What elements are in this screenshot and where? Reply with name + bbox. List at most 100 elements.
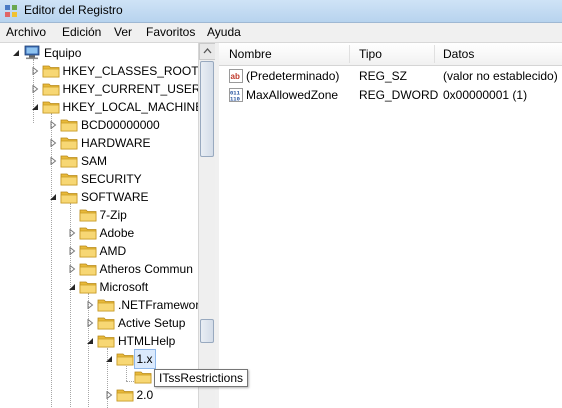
tree-item-label: Active Setup — [118, 316, 186, 330]
tree-item[interactable]: HKEY_CURRENT_USER — [31, 80, 199, 98]
tree-item[interactable]: HKEY_CLASSES_ROOT — [31, 62, 198, 80]
tree-item-label: 1.x — [133, 349, 156, 369]
tree-item[interactable]: Microsoft — [68, 278, 199, 296]
tree-item-label: .NETFramewor — [118, 298, 199, 312]
collapsed-triangle-icon[interactable] — [68, 229, 76, 237]
tree-item-label: Equipo — [44, 46, 82, 60]
tree-item[interactable]: Active Setup — [86, 314, 198, 332]
tree-item[interactable]: HKEY_LOCAL_MACHINE — [31, 98, 199, 116]
list-row[interactable]: ab (Predeterminado) REG_SZ (valor no est… — [219, 67, 562, 86]
tree-item[interactable]: AMD — [68, 242, 199, 260]
folder-icon — [79, 225, 97, 240]
collapsed-triangle-icon[interactable] — [31, 85, 39, 93]
tree-item-label: HKEY_LOCAL_MACHINE — [62, 100, 199, 114]
folder-icon — [79, 261, 97, 276]
tree-item-label: Atheros Commun — [99, 262, 193, 276]
chevron-up-icon — [203, 48, 212, 54]
tree-item[interactable]: SAM — [49, 152, 198, 170]
collapsed-triangle-icon[interactable] — [31, 67, 39, 75]
value-type: REG_SZ — [359, 69, 408, 83]
folder-icon — [42, 99, 60, 114]
column-nombre[interactable]: Nombre — [229, 47, 272, 61]
binary-value-icon: 011 110 — [229, 88, 243, 102]
tree-item[interactable]: BCD00000000 — [49, 116, 198, 134]
folder-icon — [97, 297, 115, 312]
expanded-triangle-icon[interactable] — [68, 283, 76, 291]
column-tipo[interactable]: Tipo — [359, 47, 382, 61]
menu-edicion[interactable]: Edición — [62, 25, 101, 39]
folder-icon — [134, 369, 152, 384]
tree-item-label: HKEY_CURRENT_USER — [62, 82, 199, 96]
svg-text:110: 110 — [230, 96, 240, 103]
folder-icon — [60, 135, 78, 150]
registry-tree[interactable]: Equipo HKEY_CLASSES_ROOT HKEY_CURRENT_USER… — [0, 43, 199, 408]
menu-ayuda[interactable]: Ayuda — [207, 25, 241, 39]
tree-item-label: 7-Zip — [99, 208, 127, 222]
folder-icon — [42, 81, 60, 96]
registry-editor-icon — [5, 5, 17, 17]
value-data: (valor no establecido) — [443, 69, 558, 83]
folder-icon — [60, 189, 78, 204]
tree-item[interactable]: .NETFramewor — [86, 296, 199, 314]
tree-item-label: HTMLHelp — [118, 334, 176, 348]
collapsed-triangle-icon[interactable] — [68, 247, 76, 255]
value-name: MaxAllowedZone — [246, 88, 339, 102]
tooltip: ITssRestrictions — [154, 369, 249, 387]
tree-item[interactable]: Atheros Commun — [68, 260, 199, 278]
tree-item-label: SAM — [81, 154, 108, 168]
values-list[interactable]: Nombre Tipo Datos ab (Predeterminado) RE… — [219, 43, 562, 408]
tree-item[interactable]: Adobe — [68, 224, 199, 242]
expanded-triangle-icon[interactable] — [12, 49, 20, 57]
collapsed-triangle-icon[interactable] — [86, 319, 94, 327]
collapsed-triangle-icon[interactable] — [49, 139, 57, 147]
list-header: Nombre Tipo Datos — [219, 43, 562, 66]
value-type: REG_DWORD — [359, 88, 439, 102]
tree-item-label: Adobe — [99, 226, 135, 240]
folder-icon — [97, 333, 115, 348]
tree-item[interactable]: 7-Zip — [68, 206, 199, 224]
folder-icon — [116, 351, 134, 366]
expanded-triangle-icon[interactable] — [49, 193, 57, 201]
tree-item[interactable]: 1.x — [105, 349, 199, 369]
collapsed-triangle-icon[interactable] — [68, 265, 76, 273]
tree-item[interactable]: SOFTWARE — [49, 188, 198, 206]
tree-item[interactable]: 2.0 — [105, 386, 199, 404]
tree-item-label: 2.0 — [136, 388, 154, 402]
folder-icon — [97, 315, 115, 330]
tree-item[interactable]: HARDWARE — [49, 134, 198, 152]
column-datos[interactable]: Datos — [443, 47, 474, 61]
tree-item[interactable]: SECURITY — [49, 170, 198, 188]
collapsed-triangle-icon[interactable] — [49, 157, 57, 165]
tree-item-label: SOFTWARE — [81, 190, 149, 204]
computer-icon — [23, 45, 41, 60]
collapsed-triangle-icon[interactable] — [49, 121, 57, 129]
scroll-thumb[interactable] — [200, 61, 214, 157]
tree-item-label: HARDWARE — [81, 136, 151, 150]
tree-item[interactable]: HTMLHelp — [86, 332, 198, 350]
expanded-triangle-icon[interactable] — [105, 355, 113, 363]
folder-icon — [60, 153, 78, 168]
tree-item-label: AMD — [99, 244, 127, 258]
scroll-thumb-secondary[interactable] — [200, 319, 214, 343]
tree-item-label: SECURITY — [81, 172, 142, 186]
folder-icon — [116, 387, 134, 402]
folder-icon — [60, 117, 78, 132]
tree-scrollbar[interactable] — [198, 43, 216, 408]
menu-archivo[interactable]: Archivo — [6, 25, 46, 39]
folder-icon — [79, 279, 97, 294]
menu-favoritos[interactable]: Favoritos — [146, 25, 195, 39]
value-data: 0x00000001 (1) — [443, 88, 528, 102]
title-bar: Editor del Registro — [0, 0, 562, 23]
folder-icon — [79, 243, 97, 258]
collapsed-triangle-icon[interactable] — [86, 301, 94, 309]
tree-item[interactable]: Equipo — [12, 44, 198, 62]
expanded-triangle-icon[interactable] — [31, 103, 39, 111]
column-divider[interactable] — [349, 45, 350, 63]
expanded-triangle-icon[interactable] — [86, 337, 94, 345]
window-title: Editor del Registro — [24, 3, 123, 17]
list-row[interactable]: 011 110 MaxAllowedZone REG_DWORD 0x00000… — [219, 86, 562, 105]
collapsed-triangle-icon[interactable] — [105, 391, 113, 399]
menu-ver[interactable]: Ver — [114, 25, 132, 39]
scroll-up-button[interactable] — [199, 43, 216, 60]
column-divider[interactable] — [434, 45, 435, 63]
